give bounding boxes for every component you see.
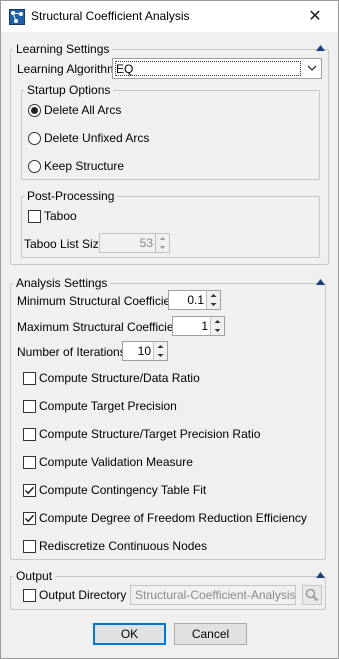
close-button[interactable]: ✕ bbox=[292, 1, 338, 32]
collapse-arrow-icon[interactable] bbox=[316, 45, 325, 51]
stepper-down-icon[interactable] bbox=[156, 243, 169, 252]
stepper-arrows bbox=[155, 234, 169, 252]
collapse-arrow-icon[interactable] bbox=[316, 279, 325, 285]
dialog-title: Structural Coefficient Analysis bbox=[31, 9, 190, 23]
radio-delete-all-arcs[interactable] bbox=[28, 104, 41, 117]
max-coefficient-stepper[interactable]: 1 bbox=[172, 316, 225, 336]
learning-algorithm-label: Learning Algorithm bbox=[17, 62, 118, 76]
taboo-label: Taboo bbox=[44, 209, 77, 223]
target-precision-checkbox[interactable] bbox=[23, 400, 36, 413]
delete-all-arcs-label: Delete All Arcs bbox=[44, 103, 122, 117]
analysis-settings-legend: Analysis Settings bbox=[16, 276, 108, 290]
output-directory-value: Structural-Coefficient-Analysis bbox=[135, 588, 296, 602]
min-coefficient-value: 0.1 bbox=[187, 293, 204, 307]
ok-button[interactable]: OK bbox=[93, 623, 166, 645]
keep-structure-label: Keep Structure bbox=[44, 159, 125, 173]
rediscretize-nodes-checkbox[interactable] bbox=[23, 540, 36, 553]
structure-data-ratio-checkbox[interactable] bbox=[23, 372, 36, 385]
learning-algorithm-value: EQ bbox=[116, 62, 134, 76]
startup-options-legend: Startup Options bbox=[27, 83, 111, 97]
delete-unfixed-arcs-label: Delete Unfixed Arcs bbox=[44, 131, 150, 145]
rediscretize-nodes-label: Rediscretize Continuous Nodes bbox=[39, 539, 208, 553]
taboo-list-size-label: Taboo List Size bbox=[24, 237, 106, 251]
dialog-window: Structural Coefficient Analysis ✕ Learni… bbox=[0, 0, 339, 659]
radio-keep-structure[interactable] bbox=[28, 160, 41, 173]
contingency-table-fit-checkbox[interactable] bbox=[23, 484, 36, 497]
taboo-checkbox[interactable] bbox=[28, 210, 41, 223]
min-coefficient-label: Minimum Structural Coefficient bbox=[17, 294, 181, 308]
post-processing-legend: Post-Processing bbox=[27, 189, 115, 203]
learning-settings-legend: Learning Settings bbox=[16, 42, 110, 56]
checkmark-icon bbox=[24, 486, 35, 495]
stepper-down-icon[interactable] bbox=[154, 351, 167, 360]
network-graph-icon bbox=[9, 9, 25, 25]
min-coefficient-stepper[interactable]: 0.1 bbox=[168, 290, 221, 310]
dof-reduction-efficiency-checkbox[interactable] bbox=[23, 512, 36, 525]
stepper-arrows bbox=[153, 342, 167, 360]
checkmark-icon bbox=[24, 514, 35, 523]
stepper-arrows bbox=[210, 317, 224, 335]
collapse-arrow-icon[interactable] bbox=[316, 572, 325, 578]
structure-data-ratio-label: Compute Structure/Data Ratio bbox=[39, 371, 200, 385]
validation-measure-label: Compute Validation Measure bbox=[39, 455, 193, 469]
stepper-down-icon[interactable] bbox=[211, 326, 224, 335]
structure-target-precision-ratio-checkbox[interactable] bbox=[23, 428, 36, 441]
cancel-button[interactable]: Cancel bbox=[174, 623, 247, 645]
browse-folder-button[interactable] bbox=[302, 585, 322, 605]
contingency-table-fit-label: Compute Contingency Table Fit bbox=[39, 483, 207, 497]
stepper-up-icon[interactable] bbox=[207, 291, 220, 300]
taboo-list-size-value: 53 bbox=[139, 236, 153, 250]
radio-delete-unfixed-arcs[interactable] bbox=[28, 132, 41, 145]
iterations-stepper[interactable]: 10 bbox=[122, 341, 168, 361]
taboo-list-size-stepper[interactable]: 53 bbox=[99, 233, 170, 253]
max-coefficient-value: 1 bbox=[201, 319, 208, 333]
browse-folder-icon bbox=[305, 588, 319, 602]
close-icon: ✕ bbox=[308, 8, 322, 25]
structure-target-precision-ratio-label: Compute Structure/Target Precision Ratio bbox=[39, 427, 261, 441]
title-bar[interactable]: Structural Coefficient Analysis ✕ bbox=[1, 1, 338, 32]
iterations-value: 10 bbox=[137, 344, 151, 358]
learning-algorithm-select[interactable]: EQ bbox=[112, 58, 322, 79]
output-directory-checkbox[interactable] bbox=[23, 589, 36, 602]
target-precision-label: Compute Target Precision bbox=[39, 399, 177, 413]
select-focus-outline bbox=[115, 61, 301, 76]
stepper-down-icon[interactable] bbox=[207, 300, 220, 309]
iterations-label: Number of Iterations bbox=[17, 345, 126, 359]
chevron-down-icon bbox=[307, 65, 317, 71]
stepper-arrows bbox=[206, 291, 220, 309]
max-coefficient-label: Maximum Structural Coefficient bbox=[17, 320, 184, 334]
output-directory-label: Output Directory bbox=[39, 588, 127, 602]
output-directory-field[interactable]: Structural-Coefficient-Analysis bbox=[130, 585, 296, 605]
dof-reduction-efficiency-label: Compute Degree of Freedom Reduction Effi… bbox=[39, 511, 307, 525]
validation-measure-checkbox[interactable] bbox=[23, 456, 36, 469]
output-legend: Output bbox=[16, 569, 53, 583]
stepper-up-icon[interactable] bbox=[154, 342, 167, 351]
stepper-up-icon[interactable] bbox=[211, 317, 224, 326]
stepper-up-icon[interactable] bbox=[156, 234, 169, 243]
